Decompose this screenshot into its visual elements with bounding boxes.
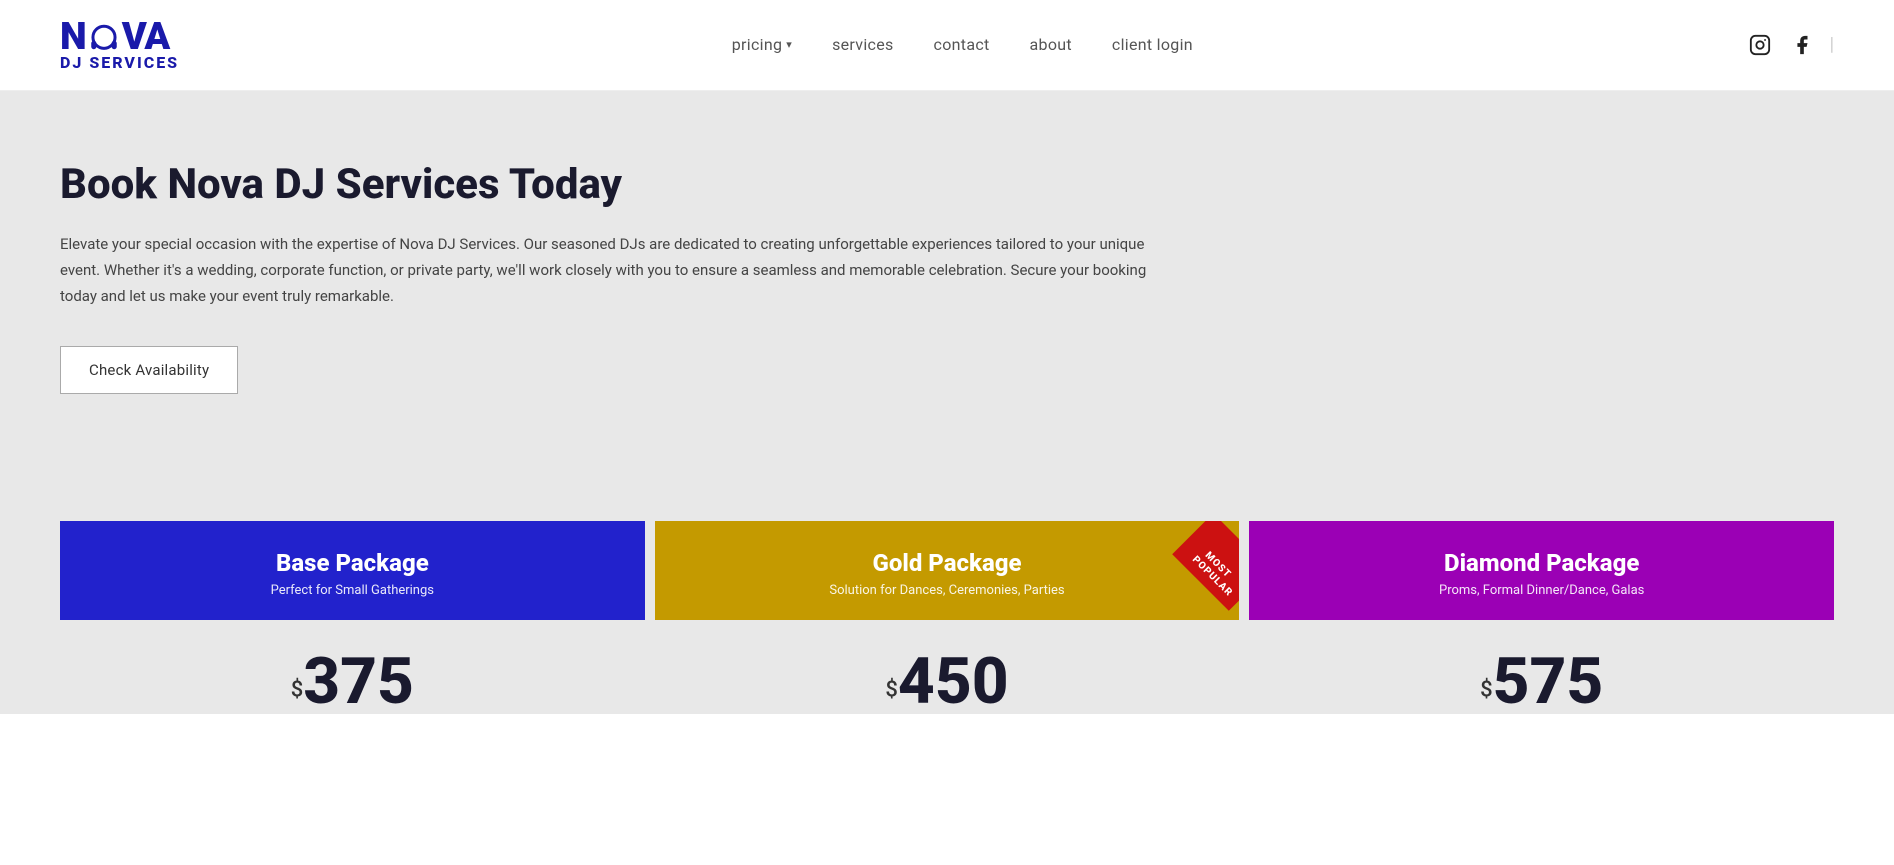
nav-item-services[interactable]: services [832,35,893,54]
package-gold-subtitle: Solution for Dances, Ceremonies, Parties [675,583,1220,598]
package-gold-price-area: $450 [655,620,1240,714]
package-base-currency: $ [291,677,304,702]
package-base-price-area: $375 [60,620,645,714]
nav-item-client-login[interactable]: client login [1112,35,1193,54]
package-diamond-name: Diamond Package [1269,549,1814,577]
package-gold: Gold Package Solution for Dances, Ceremo… [655,521,1240,714]
logo-text: N VA [60,18,179,56]
social-divider: | [1830,34,1834,55]
package-diamond-subtitle: Proms, Formal Dinner/Dance, Galas [1269,583,1814,598]
package-diamond: Diamond Package Proms, Formal Dinner/Dan… [1249,521,1834,714]
hero-section: Book Nova DJ Services Today Elevate your… [0,91,1894,471]
package-base: Base Package Perfect for Small Gathering… [60,521,645,714]
package-gold-price: 450 [898,644,1009,714]
logo: N VA DJ SERVICES [60,18,179,72]
chevron-down-icon: ▾ [786,38,792,51]
main-nav: pricing ▾ services contact about client … [732,35,1193,54]
check-availability-button[interactable]: Check Availability [60,346,238,394]
package-gold-header: Gold Package Solution for Dances, Ceremo… [655,521,1240,620]
package-diamond-header: Diamond Package Proms, Formal Dinner/Dan… [1249,521,1834,620]
package-base-header: Base Package Perfect for Small Gathering… [60,521,645,620]
package-base-subtitle: Perfect for Small Gatherings [80,583,625,598]
logo-subtitle: DJ SERVICES [60,54,179,72]
facebook-icon[interactable] [1788,31,1816,59]
package-diamond-price: 575 [1493,644,1604,714]
instagram-icon[interactable] [1746,31,1774,59]
package-gold-name: Gold Package [675,549,1220,577]
social-links: | [1746,31,1834,59]
hero-description: Elevate your special occasion with the e… [60,231,1160,310]
nav-item-contact[interactable]: contact [934,35,990,54]
package-diamond-currency: $ [1480,677,1493,702]
nav-item-about[interactable]: about [1030,35,1072,54]
nav-item-pricing[interactable]: pricing ▾ [732,35,792,54]
packages-section: Base Package Perfect for Small Gathering… [0,471,1894,714]
package-gold-currency: $ [885,677,898,702]
package-base-price: 375 [303,644,414,714]
site-header: N VA DJ SERVICES pricing ▾ services cont… [0,0,1894,91]
package-diamond-price-area: $575 [1249,620,1834,714]
headphones-icon [87,23,121,55]
hero-title: Book Nova DJ Services Today [60,161,1834,209]
package-base-name: Base Package [80,549,625,577]
